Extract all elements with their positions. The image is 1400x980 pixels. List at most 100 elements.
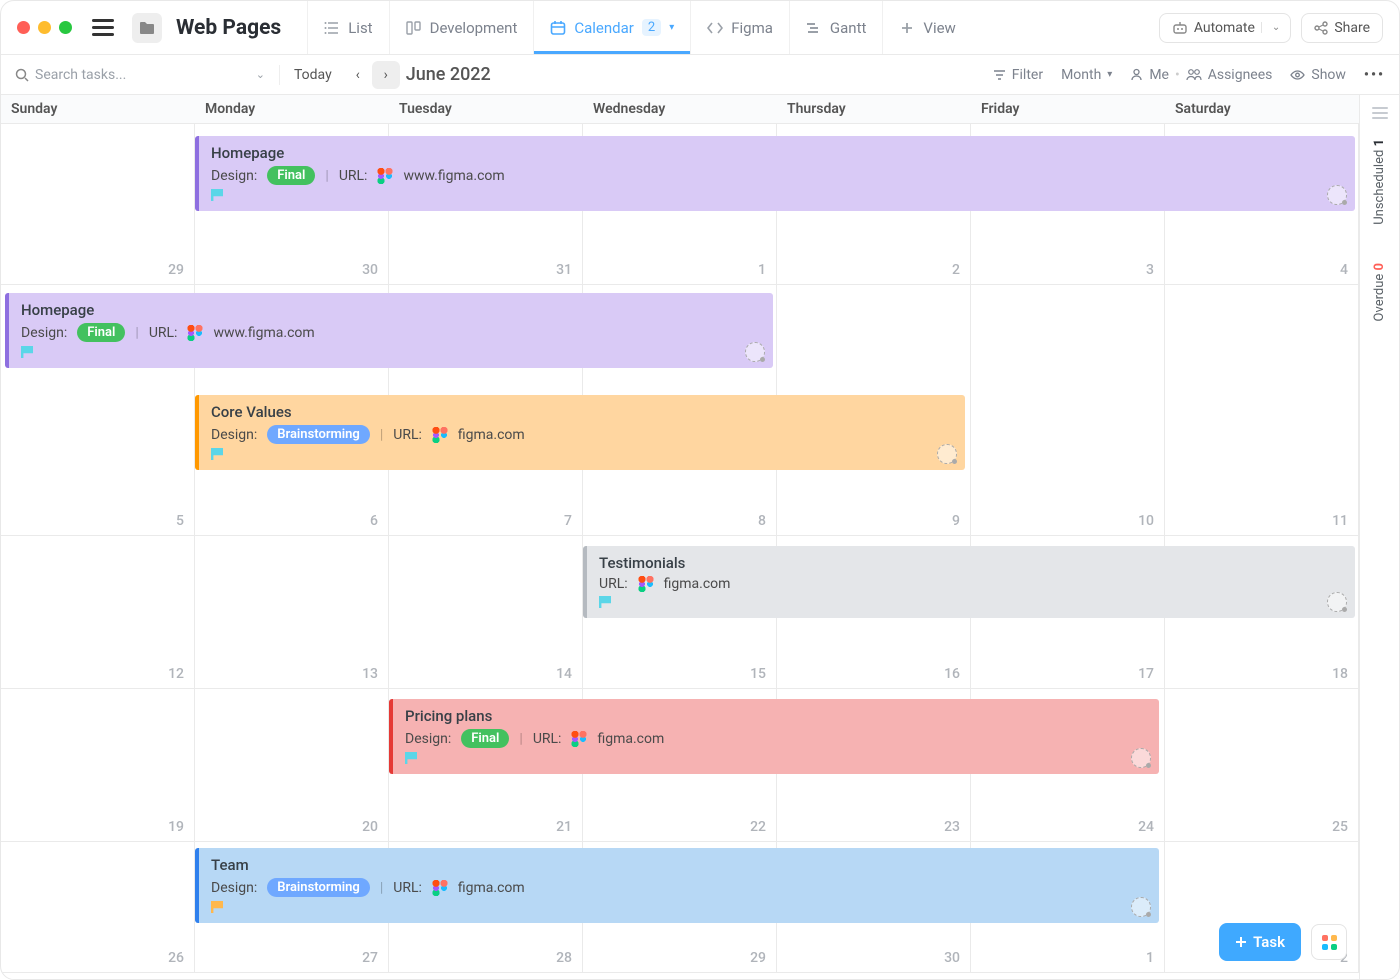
tab-label: Development bbox=[430, 19, 518, 37]
share-button[interactable]: Share bbox=[1301, 13, 1383, 43]
tab-development[interactable]: Development bbox=[389, 1, 534, 54]
flag-icon bbox=[211, 448, 223, 460]
dot-separator: • bbox=[1175, 67, 1180, 83]
figma-icon bbox=[432, 880, 448, 896]
side-rail: Unscheduled 1 Overdue 0 bbox=[1359, 95, 1399, 979]
automate-button[interactable]: Automate ⌄ bbox=[1159, 13, 1292, 43]
new-task-button[interactable]: Task bbox=[1219, 923, 1301, 961]
day-number: 5 bbox=[176, 513, 184, 529]
show-button[interactable]: Show bbox=[1290, 67, 1346, 83]
search-icon bbox=[15, 68, 29, 82]
design-pill: Final bbox=[77, 323, 125, 342]
search-box[interactable]: ⌄ bbox=[15, 67, 265, 83]
calendar-toolbar: ⌄ Today ‹ › June 2022 Filter Month ▾ Me … bbox=[1, 55, 1399, 95]
calendar-cell[interactable]: 13 bbox=[195, 536, 389, 688]
month-label: June 2022 bbox=[406, 64, 491, 85]
close-window[interactable] bbox=[17, 21, 30, 34]
users-icon bbox=[1186, 68, 1202, 81]
design-label: Design: bbox=[21, 325, 67, 341]
tab-add-view[interactable]: View bbox=[882, 1, 971, 54]
day-number: 9 bbox=[952, 513, 960, 529]
tab-gantt[interactable]: Gantt bbox=[789, 1, 882, 54]
share-icon bbox=[1314, 21, 1328, 35]
assignee-placeholder[interactable] bbox=[937, 444, 957, 464]
calendar-week: 567891011HomepageDesign: Final | URL: ww… bbox=[1, 285, 1359, 536]
window-controls bbox=[17, 21, 72, 34]
tab-label: Calendar bbox=[574, 19, 634, 37]
assignee-placeholder[interactable] bbox=[1327, 592, 1347, 612]
menu-icon[interactable] bbox=[92, 19, 114, 36]
event-homepage1[interactable]: HomepageDesign: Final | URL: www.figma.c… bbox=[195, 136, 1355, 211]
drag-handle-icon[interactable] bbox=[1372, 107, 1388, 119]
chevron-down-icon: ▾ bbox=[1107, 69, 1112, 80]
tab-figma[interactable]: Figma bbox=[690, 1, 789, 54]
event-core[interactable]: Core ValuesDesign: Brainstorming | URL: … bbox=[195, 395, 965, 470]
folder-icon[interactable] bbox=[132, 13, 162, 43]
range-selector[interactable]: Month ▾ bbox=[1061, 67, 1112, 83]
calendar-cell[interactable]: 20 bbox=[195, 689, 389, 841]
prev-month[interactable]: ‹ bbox=[344, 61, 372, 89]
weekday-header: Sunday Monday Tuesday Wednesday Thursday… bbox=[1, 95, 1359, 124]
day-number: 7 bbox=[564, 513, 572, 529]
code-icon bbox=[707, 20, 723, 36]
calendar-icon bbox=[550, 20, 566, 36]
assignee-placeholder[interactable] bbox=[1327, 185, 1347, 205]
minimize-window[interactable] bbox=[38, 21, 51, 34]
day-number: 6 bbox=[370, 513, 378, 529]
calendar-cell[interactable]: 14 bbox=[389, 536, 583, 688]
chevron-down-icon[interactable]: ⌄ bbox=[1261, 22, 1290, 33]
filter-button[interactable]: Filter bbox=[993, 67, 1043, 83]
maximize-window[interactable] bbox=[59, 21, 72, 34]
next-month[interactable]: › bbox=[372, 61, 400, 89]
unscheduled-panel[interactable]: Unscheduled 1 bbox=[1372, 139, 1387, 225]
flag-icon bbox=[21, 346, 33, 358]
plus-icon bbox=[899, 20, 915, 36]
event-title: Pricing plans bbox=[405, 707, 1147, 725]
calendar-cell[interactable]: 12 bbox=[1, 536, 195, 688]
day-number: 4 bbox=[1340, 262, 1348, 278]
day-number: 30 bbox=[362, 262, 378, 278]
url-label: URL: bbox=[339, 168, 368, 184]
list-icon bbox=[324, 20, 340, 36]
chevron-down-icon[interactable]: ⌄ bbox=[256, 68, 265, 81]
day-number: 28 bbox=[556, 950, 572, 966]
more-menu[interactable]: ••• bbox=[1364, 67, 1385, 83]
event-url: figma.com bbox=[458, 427, 525, 443]
figma-icon bbox=[187, 325, 203, 341]
calendar-week: 12131415161718TestimonialsURL: figma.com bbox=[1, 536, 1359, 689]
event-homepage2[interactable]: HomepageDesign: Final | URL: www.figma.c… bbox=[5, 293, 773, 368]
tab-calendar[interactable]: Calendar 2 ▾ bbox=[533, 1, 690, 54]
flag-icon bbox=[405, 752, 417, 764]
calendar-cell[interactable]: 10 bbox=[971, 285, 1165, 535]
calendar-cell[interactable]: 29 bbox=[1, 124, 195, 284]
day-number: 21 bbox=[556, 819, 572, 835]
overdue-panel[interactable]: Overdue 0 bbox=[1372, 263, 1387, 321]
event-pricing[interactable]: Pricing plansDesign: Final | URL: figma.… bbox=[389, 699, 1159, 774]
assignee-placeholder[interactable] bbox=[1131, 748, 1151, 768]
url-label: URL: bbox=[393, 427, 422, 443]
day-number: 11 bbox=[1332, 513, 1348, 529]
today-button[interactable]: Today bbox=[294, 67, 332, 83]
gantt-icon bbox=[806, 20, 822, 36]
search-input[interactable] bbox=[35, 67, 195, 83]
assignee-placeholder[interactable] bbox=[1131, 897, 1151, 917]
day-number: 30 bbox=[944, 950, 960, 966]
tab-list[interactable]: List bbox=[307, 1, 388, 54]
calendar-cell[interactable]: 25 bbox=[1165, 689, 1359, 841]
event-test[interactable]: TestimonialsURL: figma.com bbox=[583, 546, 1355, 618]
calendar-cell[interactable]: 26 bbox=[1, 842, 195, 972]
event-title: Core Values bbox=[211, 403, 953, 421]
apps-button[interactable] bbox=[1311, 924, 1347, 960]
calendar-cell[interactable]: 19 bbox=[1, 689, 195, 841]
calendar-week: 262728293012TeamDesign: Brainstorming | … bbox=[1, 842, 1359, 973]
assignee-placeholder[interactable] bbox=[745, 342, 765, 362]
me-filter[interactable]: Me • Assignees bbox=[1130, 67, 1272, 83]
event-team[interactable]: TeamDesign: Brainstorming | URL: figma.c… bbox=[195, 848, 1159, 923]
titlebar: Web Pages List Development Calendar 2 ▾ … bbox=[1, 1, 1399, 55]
view-tabs: List Development Calendar 2 ▾ Figma Gant… bbox=[307, 1, 972, 54]
overdue-count: 0 bbox=[1372, 263, 1387, 270]
event-url: figma.com bbox=[458, 880, 525, 896]
design-pill: Final bbox=[461, 729, 509, 748]
calendar-cell[interactable]: 11 bbox=[1165, 285, 1359, 535]
calendar: Sunday Monday Tuesday Wednesday Thursday… bbox=[1, 95, 1359, 979]
